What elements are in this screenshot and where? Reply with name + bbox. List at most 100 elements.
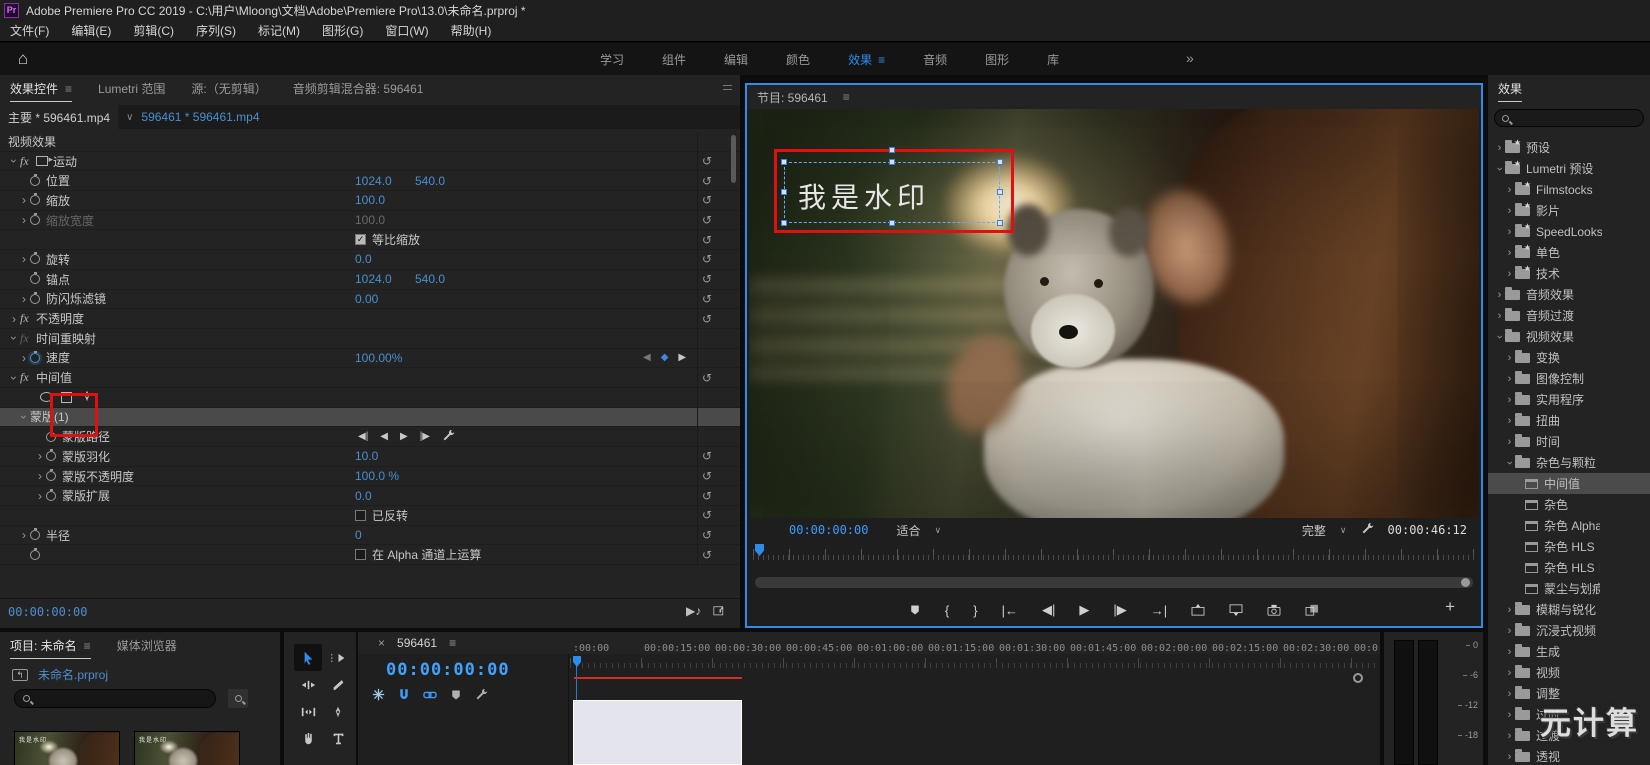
navigate-up-icon[interactable]: ↰	[12, 669, 28, 681]
go-to-out-button[interactable]: →|	[1151, 603, 1167, 618]
param-value[interactable]: 540.0	[415, 174, 445, 188]
program-zoom-scrollbar[interactable]	[755, 577, 1473, 588]
panel-menu-icon[interactable]: ≡	[843, 90, 850, 104]
caret-closed-icon[interactable]: ›	[1504, 352, 1515, 364]
caret-closed-icon[interactable]: ›	[1504, 205, 1515, 217]
effects-tree-row-模糊与锐化[interactable]: ›模糊与锐化	[1488, 599, 1650, 620]
ripple-edit-tool[interactable]	[294, 671, 322, 698]
effect-row-防闪烁滤镜[interactable]: ›防闪烁滤镜0.00↺	[0, 290, 740, 310]
caret-closed-icon[interactable]: ›	[1504, 373, 1515, 385]
workspace-overflow-icon[interactable]: »	[1186, 50, 1194, 66]
caret-closed-icon[interactable]: ›	[1504, 709, 1515, 721]
checkbox-已反转[interactable]	[355, 510, 366, 521]
caret-closed-icon[interactable]: ›	[1504, 226, 1515, 238]
effect-row-checkbox[interactable]: ✓等比缩放↺	[0, 230, 740, 250]
effect-controls-scrollbar[interactable]	[731, 135, 736, 183]
effects-tree-row-杂色与颗粒[interactable]: ›杂色与颗粒	[1488, 452, 1650, 473]
stopwatch-icon[interactable]	[30, 353, 40, 363]
step-forward-button[interactable]: |▶	[1113, 602, 1126, 618]
effect-row-checkbox[interactable]	[0, 388, 740, 408]
effect-controls-timecode[interactable]: 00:00:00:00	[8, 605, 87, 619]
effect-row-checkbox[interactable]: 在 Alpha 通道上运算↺	[0, 545, 740, 565]
caret-closed-icon[interactable]: ›	[1504, 751, 1515, 763]
reset-parameter-icon[interactable]: ↺	[702, 213, 712, 227]
search-bin-button[interactable]	[228, 689, 248, 708]
effects-tree-row-蒙尘与划痕[interactable]: 蒙尘与划痕	[1488, 578, 1650, 599]
menu-item-序列(S)[interactable]: 序列(S)	[196, 22, 236, 39]
timeline-ruler-ticks[interactable]	[570, 656, 1378, 668]
effect-row-锚点[interactable]: 锚点1024.0540.0↺	[0, 270, 740, 290]
workspace-tab-学习[interactable]: 学习	[600, 51, 624, 68]
track-forward-icon[interactable]: ▶	[400, 431, 408, 442]
mask-wrench-icon[interactable]	[442, 429, 455, 445]
mask-handle[interactable]	[997, 189, 1003, 195]
comparison-view-button[interactable]	[1305, 604, 1319, 616]
effect-row-速度[interactable]: ›速度100.00%◀◆▶	[0, 349, 740, 369]
workspace-tab-编辑[interactable]: 编辑	[724, 51, 748, 68]
type-tool[interactable]	[324, 725, 352, 752]
playback-resolution-dropdown[interactable]: 完整 ∨	[1302, 522, 1347, 539]
effects-tree-row-变换[interactable]: ›变换	[1488, 347, 1650, 368]
caret-closed-icon[interactable]: ›	[18, 213, 30, 227]
tab-effects[interactable]: 效果	[1498, 75, 1522, 104]
reset-parameter-icon[interactable]: ↺	[702, 252, 712, 266]
effects-tree-row-生成[interactable]: ›生成	[1488, 641, 1650, 662]
add-marker-icon[interactable]	[450, 689, 462, 704]
effects-tree-row-杂色[interactable]: 杂色	[1488, 494, 1650, 515]
workspace-tab-图形[interactable]: 图形	[985, 51, 1009, 68]
play-audio-icon[interactable]: ▶♪	[686, 604, 701, 619]
workspace-tab-效果[interactable]: 效果≡	[848, 51, 885, 68]
stopwatch-icon[interactable]	[30, 176, 40, 186]
nest-insert-toggle-icon[interactable]	[372, 688, 385, 704]
mark-out-button[interactable]: }	[973, 603, 977, 618]
program-timecode[interactable]: 00:00:00:00	[789, 523, 868, 537]
caret-closed-icon[interactable]: ›	[18, 292, 30, 306]
effect-row-缩放宽度[interactable]: ›缩放宽度100.0↺	[0, 211, 740, 231]
workspace-tab-menu-icon[interactable]: ≡	[878, 53, 885, 67]
tab-Lumetri 范围[interactable]: Lumetri 范围	[98, 75, 165, 104]
project-file-name[interactable]: 未命名.prproj	[38, 666, 108, 683]
mask-handle[interactable]	[997, 220, 1003, 226]
effects-tree-row-视频[interactable]: ›视频	[1488, 662, 1650, 683]
menu-item-编辑(E)[interactable]: 编辑(E)	[71, 22, 111, 39]
project-item-thumbnail[interactable]: 我是水印	[14, 731, 120, 765]
tab-音频剪辑混合器: 596461[interactable]: 音频剪辑混合器: 596461	[293, 75, 424, 104]
effects-tree-row-Filmstocks[interactable]: ›★Filmstocks	[1488, 179, 1650, 200]
stopwatch-icon[interactable]	[30, 215, 40, 225]
stopwatch-icon[interactable]	[30, 254, 40, 264]
workspace-tab-颜色[interactable]: 颜色	[786, 51, 810, 68]
panel-menu-icon[interactable]: ≡	[84, 639, 91, 653]
caret-closed-icon[interactable]: ›	[1494, 310, 1505, 322]
caret-closed-icon[interactable]: ›	[34, 489, 46, 503]
close-icon[interactable]: ×	[378, 636, 385, 650]
stopwatch-icon[interactable]	[46, 451, 56, 461]
effect-row-蒙版不透明度[interactable]: ›蒙版不透明度100.0 %↺	[0, 467, 740, 487]
master-clip-label[interactable]: 主要 * 596461.mp4	[0, 105, 118, 129]
caret-open-icon[interactable]: ›	[7, 332, 21, 344]
program-time-ruler[interactable]	[753, 544, 1475, 560]
pen-tool[interactable]	[324, 698, 352, 725]
timeline-timecode[interactable]: 00:00:00:00	[386, 660, 510, 680]
effects-tree-row-单色[interactable]: ›★单色	[1488, 242, 1650, 263]
checkbox-等比缩放[interactable]: ✓	[355, 234, 366, 245]
effect-row-运动[interactable]: ›fx运动↺	[0, 152, 740, 172]
param-value[interactable]: 540.0	[415, 272, 445, 286]
mask-handle[interactable]	[781, 189, 787, 195]
reset-parameter-icon[interactable]: ↺	[702, 174, 712, 188]
zoom-fit-dropdown[interactable]: 适合 ∨	[896, 522, 941, 539]
caret-closed-icon[interactable]: ›	[1504, 646, 1515, 658]
panel-menu-icon[interactable]: ≡	[65, 82, 72, 96]
caret-closed-icon[interactable]: ›	[1504, 415, 1515, 427]
caret-closed-icon[interactable]: ›	[1504, 625, 1515, 637]
effects-tree-row-预设[interactable]: ›★预设	[1488, 137, 1650, 158]
param-value[interactable]: 100.0 %	[355, 469, 399, 483]
menu-item-窗口(W)[interactable]: 窗口(W)	[385, 22, 428, 39]
caret-closed-icon[interactable]: ›	[8, 312, 20, 326]
menu-item-文件(F)[interactable]: 文件(F)	[10, 22, 49, 39]
slip-tool[interactable]	[294, 698, 322, 725]
reset-parameter-icon[interactable]: ↺	[702, 469, 712, 483]
effect-row-蒙版羽化[interactable]: ›蒙版羽化10.0↺	[0, 447, 740, 467]
track-fwd-one-icon[interactable]: |▶	[420, 431, 430, 442]
sequence-tab-label[interactable]: 596461	[397, 636, 437, 650]
program-video-canvas[interactable]: 我是水印	[749, 109, 1479, 518]
